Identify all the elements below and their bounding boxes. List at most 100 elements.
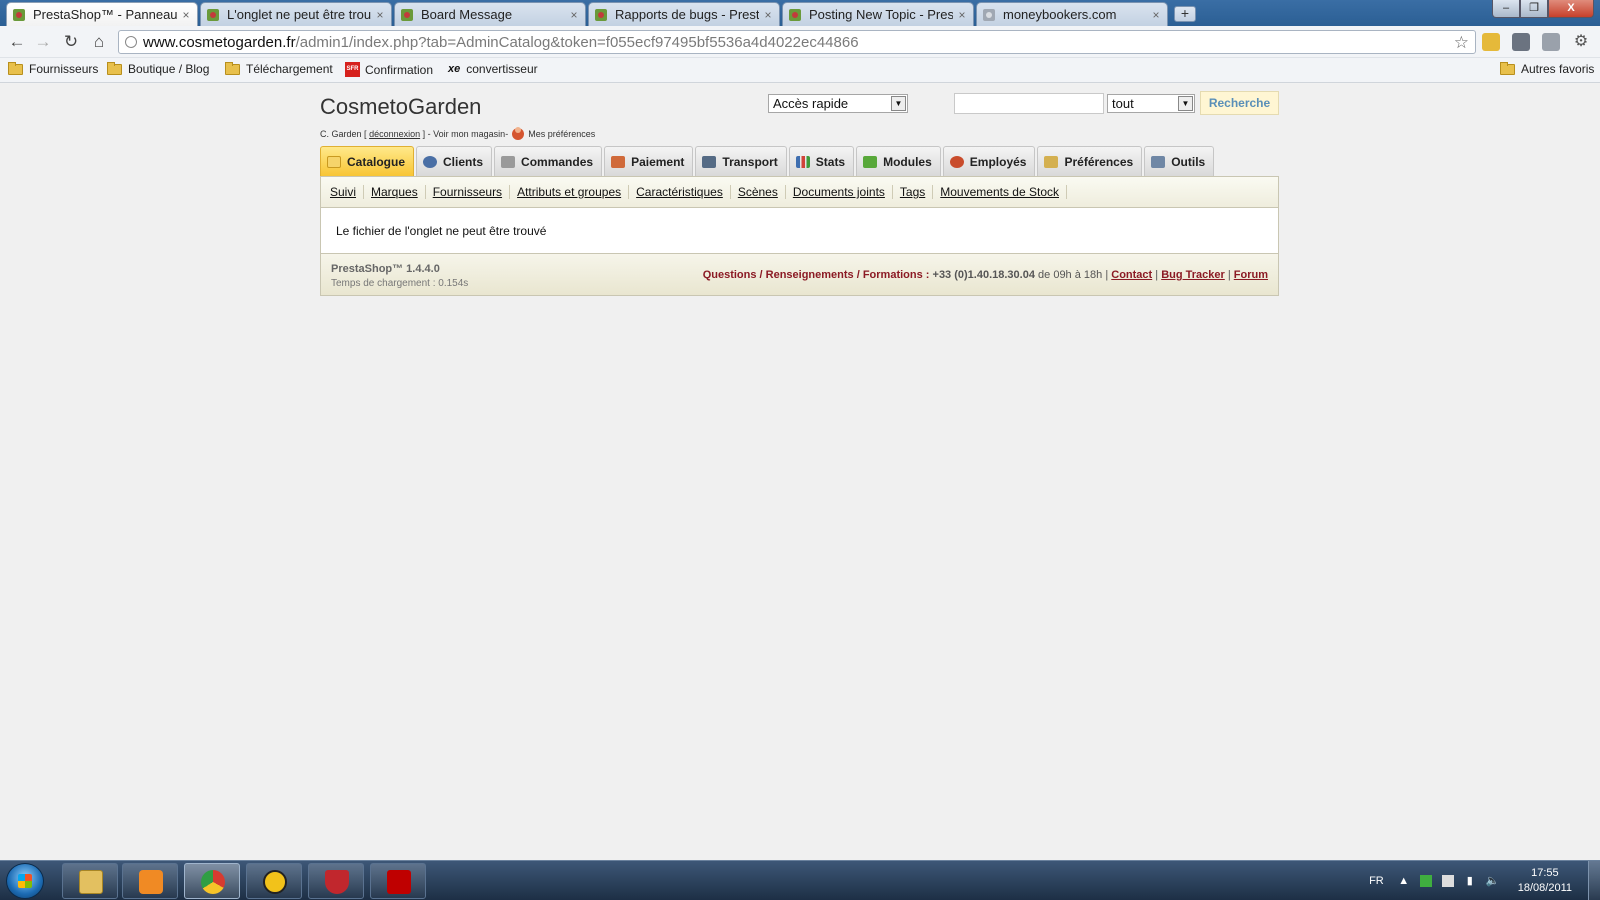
subtab-tags[interactable]: Tags xyxy=(893,185,934,199)
bookmark-convertisseur[interactable]: xe convertisseur xyxy=(448,62,538,76)
volume-icon[interactable]: 🔈 xyxy=(1486,875,1500,887)
bug-tracker-link[interactable]: Bug Tracker xyxy=(1161,269,1225,281)
tab-close-icon[interactable]: × xyxy=(569,8,579,22)
subtab-documents-joints[interactable]: Documents joints xyxy=(786,185,893,199)
reload-icon[interactable]: ↻ xyxy=(60,32,82,52)
tab-commandes[interactable]: Commandes xyxy=(494,146,603,176)
subtab-suivi[interactable]: Suivi xyxy=(323,185,365,199)
extension-icon[interactable] xyxy=(1512,33,1530,51)
folder-icon xyxy=(107,61,122,75)
extension-icon[interactable] xyxy=(1482,33,1500,51)
network-signal-icon[interactable]: ▮ xyxy=(1464,875,1476,887)
bookmark-boutique-blog[interactable]: Boutique / Blog xyxy=(107,61,209,76)
view-shop-link[interactable]: Voir mon magasin xyxy=(433,129,505,139)
browser-tab-board-message[interactable]: Board Message × xyxy=(394,2,586,26)
browser-tab-onglet[interactable]: L'onglet ne peut être trouvé × xyxy=(200,2,392,26)
taskbar-chrome[interactable] xyxy=(184,863,240,899)
forum-link[interactable]: Forum xyxy=(1234,269,1268,281)
tab-catalogue[interactable]: Catalogue xyxy=(320,146,415,176)
browser-tab-moneybookers[interactable]: moneybookers.com × xyxy=(976,2,1168,26)
mail-checker-icon[interactable] xyxy=(1542,33,1560,51)
contact-link[interactable]: Contact xyxy=(1111,269,1152,281)
system-tray: FR ▲ ▮ 🔈 17:55 18/08/2011 xyxy=(1369,861,1600,900)
quick-access-select[interactable]: Accès rapide ▼ xyxy=(768,94,908,113)
bookmarks-bar: Fournisseurs Boutique / Blog Téléchargem… xyxy=(0,58,1600,83)
bookmark-telechargement[interactable]: Téléchargement xyxy=(225,61,333,76)
tab-close-icon[interactable]: × xyxy=(763,8,773,22)
logout-link[interactable]: déconnexion xyxy=(369,129,420,139)
maximize-button[interactable]: ❐ xyxy=(1520,0,1548,18)
bookmark-label: convertisseur xyxy=(466,62,538,76)
show-hidden-icons-icon[interactable]: ▲ xyxy=(1398,875,1410,887)
tab-clients[interactable]: Clients xyxy=(416,146,493,176)
subtab-attributs-groupes[interactable]: Attributs et groupes xyxy=(510,185,630,199)
tab-close-icon[interactable]: × xyxy=(181,8,191,22)
tab-close-icon[interactable]: × xyxy=(957,8,967,22)
url-path: /admin1/index.php?tab=AdminCatalog&token… xyxy=(295,33,859,51)
tab-paiement[interactable]: Paiement xyxy=(604,146,694,176)
browser-tab-new-topic[interactable]: Posting New Topic - PrestaS × xyxy=(782,2,974,26)
tab-title: Posting New Topic - PrestaS xyxy=(809,7,953,22)
subtab-caracteristiques[interactable]: Caractéristiques xyxy=(629,185,731,199)
address-bar[interactable]: www.cosmetogarden.fr/admin1/index.php?ta… xyxy=(118,30,1476,54)
tab-stats[interactable]: Stats xyxy=(788,146,855,176)
quick-access-value: Accès rapide xyxy=(773,96,849,111)
home-icon[interactable]: ⌂ xyxy=(88,32,110,52)
taskbar-network-app[interactable] xyxy=(246,863,302,899)
tab-close-icon[interactable]: × xyxy=(375,8,385,22)
bookmark-other-favorites[interactable]: Autres favoris xyxy=(1500,61,1595,76)
taskbar-media-player[interactable] xyxy=(122,863,178,899)
browser-tabs: PrestaShop™ - Panneau d'a × L'onglet ne … xyxy=(6,2,1196,26)
tab-modules[interactable]: Modules xyxy=(856,146,941,176)
close-window-button[interactable]: X xyxy=(1548,0,1594,18)
search-button[interactable]: Recherche xyxy=(1200,91,1279,115)
tab-preferences[interactable]: Préférences xyxy=(1037,146,1143,176)
bookmark-confirmation[interactable]: SFR Confirmation xyxy=(345,62,433,77)
browser-tab-prestashop[interactable]: PrestaShop™ - Panneau d'a × xyxy=(6,2,198,26)
start-button[interactable] xyxy=(6,863,44,899)
back-arrow-icon[interactable]: ← xyxy=(6,32,28,52)
folder-icon xyxy=(1500,61,1515,75)
clock[interactable]: 17:55 18/08/2011 xyxy=(1518,866,1572,896)
tray-app-icon[interactable] xyxy=(1419,875,1432,887)
tab-close-icon[interactable]: × xyxy=(1151,8,1161,22)
bookmark-fournisseurs[interactable]: Fournisseurs xyxy=(8,61,98,76)
search-input[interactable] xyxy=(954,93,1104,114)
browser-tab-bug-reports[interactable]: Rapports de bugs - PrestaSh × xyxy=(588,2,780,26)
language-indicator[interactable]: FR xyxy=(1369,875,1384,887)
truck-icon xyxy=(702,155,717,168)
folder-icon xyxy=(8,61,23,75)
bookmark-label: Autres favoris xyxy=(1521,62,1595,76)
chart-icon xyxy=(795,155,810,168)
prestashop-favicon-icon xyxy=(207,8,219,21)
tray-device-icon[interactable] xyxy=(1441,875,1454,887)
tab-outils[interactable]: Outils xyxy=(1144,146,1215,176)
taskbar-mcafee[interactable] xyxy=(308,863,364,899)
wrench-menu-icon[interactable]: ⚙ xyxy=(1572,33,1590,51)
subtab-scenes[interactable]: Scènes xyxy=(731,185,786,199)
preferences-link[interactable]: Mes préférences xyxy=(528,129,595,139)
new-tab-button[interactable]: + xyxy=(1174,6,1196,22)
network-icon xyxy=(263,870,287,894)
tab-employes[interactable]: Employés xyxy=(942,146,1036,176)
tab-label: Stats xyxy=(815,154,846,169)
forward-arrow-icon[interactable]: → xyxy=(32,32,54,52)
user-name: C. Garden xyxy=(320,129,362,139)
payment-icon xyxy=(611,155,626,168)
taskbar-filezilla[interactable] xyxy=(370,863,426,899)
show-desktop-button[interactable] xyxy=(1588,861,1600,900)
url-host: www.cosmetogarden.fr xyxy=(143,33,296,51)
subtab-fournisseurs[interactable]: Fournisseurs xyxy=(426,185,511,199)
clock-date: 18/08/2011 xyxy=(1517,882,1572,894)
bookmark-star-icon[interactable]: ☆ xyxy=(1454,33,1469,53)
sfr-icon: SFR xyxy=(345,62,360,77)
search-scope-select[interactable]: tout ▼ xyxy=(1107,94,1195,113)
subtab-mouvements-stock[interactable]: Mouvements de Stock xyxy=(933,185,1067,199)
minimize-button[interactable]: – xyxy=(1492,0,1520,18)
subtab-marques[interactable]: Marques xyxy=(364,185,426,199)
clock-time: 17:55 xyxy=(1531,867,1559,879)
tab-transport[interactable]: Transport xyxy=(695,146,787,176)
mcafee-icon xyxy=(325,870,349,894)
bracket-close: ] - xyxy=(422,129,431,139)
taskbar-file-explorer[interactable] xyxy=(62,863,118,899)
